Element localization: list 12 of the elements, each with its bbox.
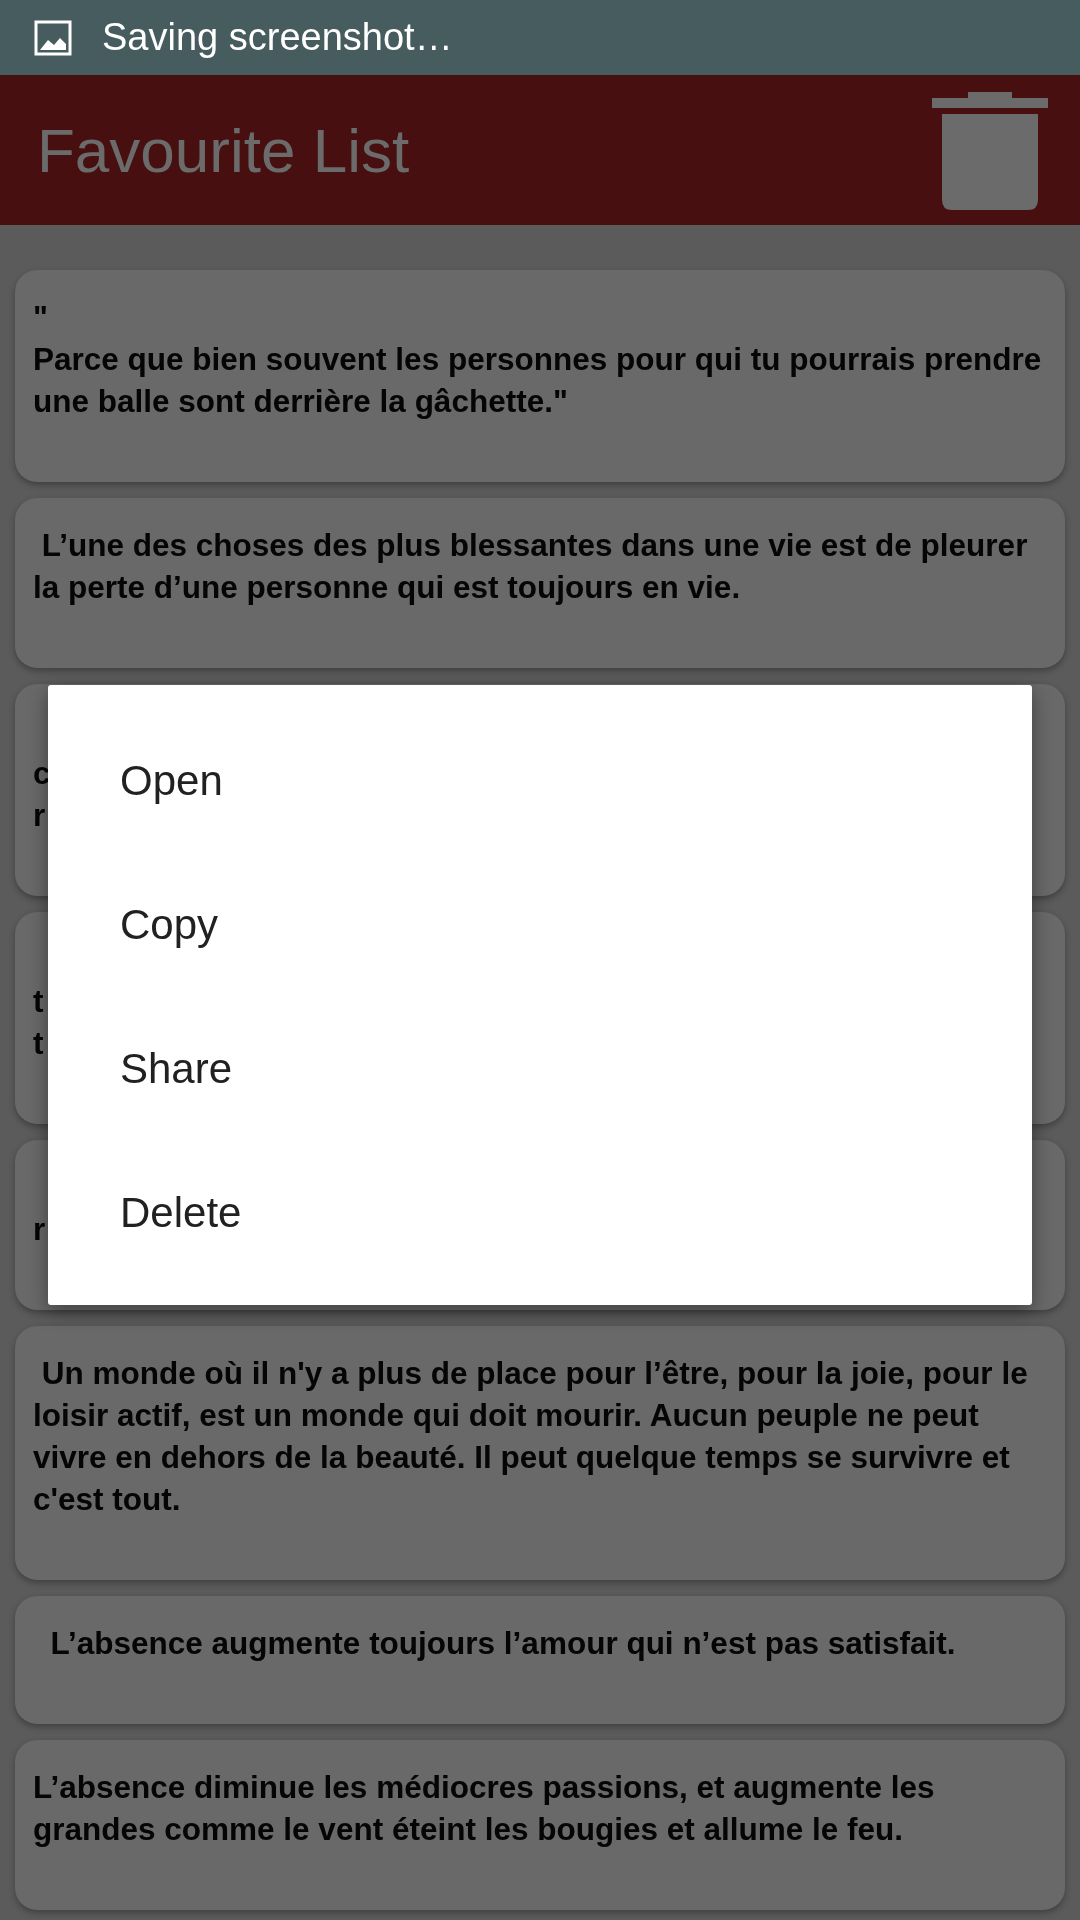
quote-card[interactable]: L’absence diminue les médiocres passions, et augmente les grandes comme le vent éteint les bougies et allume le feu. [15,1740,1065,1910]
menu-item[interactable]: Copy [48,853,1032,997]
app-title: Favourite List [37,114,410,186]
quote-card[interactable]: L’une des choses des plus blessantes dans une vie est de pleurer la perte d’une personne qui est toujours en vie. [15,498,1065,668]
quote-card[interactable]: L’absence augmente toujours l’amour qui n’est pas satisfait. [15,1596,1065,1724]
picture-notification-icon [34,19,72,56]
menu-item[interactable]: Share [48,997,1032,1141]
menu-item[interactable]: Open [48,709,1032,853]
menu-item[interactable]: Delete [48,1141,1032,1285]
quote-card[interactable]: Un monde où il n'y a plus de place pour l’être, pour la joie, pour le loisir actif, est un monde qui doit mourir. Aucun peuple ne peut vivre en dehors de la beauté. Il peut quelque temps se survivre et c'est tout. [15,1326,1065,1580]
notification-text: Saving screenshot… [102,16,453,59]
quote-card[interactable]: " Parce que bien souvent les personnes pour qui tu pourrais prendre une balle sont derrière la gâchette." [15,270,1065,482]
